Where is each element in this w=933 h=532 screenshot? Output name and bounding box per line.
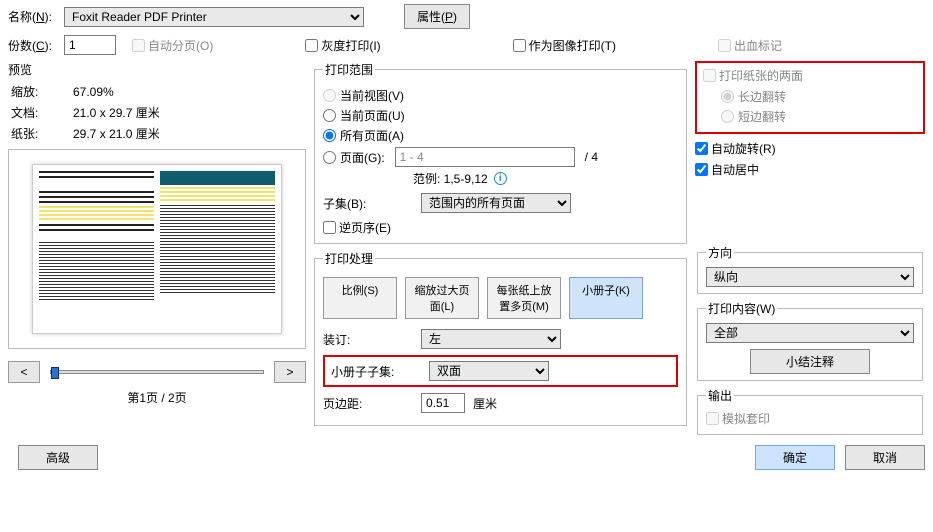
cancel-button[interactable]: 取消 <box>845 445 925 470</box>
margin-unit: 厘米 <box>473 395 497 412</box>
margin-input[interactable] <box>421 393 465 413</box>
as-image-checkbox[interactable]: 作为图像打印(T) <box>513 37 616 54</box>
advanced-button[interactable]: 高级 <box>18 445 98 470</box>
short-edge-radio: 短边翻转 <box>721 108 917 125</box>
binding-select[interactable]: 左 <box>421 329 561 349</box>
paper-label: 纸张: <box>10 124 70 143</box>
radio-all-pages[interactable]: 所有页面(A) <box>323 127 678 144</box>
prev-page-button[interactable]: < <box>8 361 40 383</box>
paper-value: 29.7 x 21.0 厘米 <box>72 124 161 143</box>
subset-label: 子集(B): <box>323 195 413 212</box>
zoom-label: 缩放: <box>10 82 70 101</box>
radio-current-view[interactable]: 当前视图(V) <box>323 87 678 104</box>
range-example: 范例: 1,5-9,12 <box>413 170 488 187</box>
radio-current-page[interactable]: 当前页面(U) <box>323 107 678 124</box>
doc-value: 21.0 x 29.7 厘米 <box>72 103 161 122</box>
orientation-select[interactable]: 纵向 <box>706 267 914 287</box>
binding-label: 装订: <box>323 331 413 348</box>
pages-input[interactable] <box>395 147 575 167</box>
ok-button[interactable]: 确定 <box>755 445 835 470</box>
copies-input[interactable] <box>64 35 116 55</box>
simulate-checkbox: 模拟套印 <box>706 410 770 427</box>
tab-scale[interactable]: 比例(S) <box>323 277 397 319</box>
info-icon[interactable]: i <box>494 172 507 185</box>
printer-select[interactable]: Foxit Reader PDF Printer <box>64 7 364 27</box>
long-edge-radio: 长边翻转 <box>721 88 917 105</box>
reverse-checkbox[interactable]: 逆页序(E) <box>323 219 391 236</box>
handling-title: 打印处理 <box>323 250 375 267</box>
name-label: 名称(N): <box>8 8 52 25</box>
collate-checkbox: 自动分页(O) <box>132 37 213 54</box>
content-select[interactable]: 全部 <box>706 323 914 343</box>
page-slider[interactable] <box>50 370 264 374</box>
copies-label: 份数(C): <box>8 37 52 54</box>
page-indicator: 第1页 / 2页 <box>8 389 306 406</box>
pages-label: 页面(G): <box>340 149 385 166</box>
auto-rotate-checkbox[interactable]: 自动旋转(R) <box>695 140 925 157</box>
orientation-title: 方向 <box>706 244 734 261</box>
summarize-button[interactable]: 小结注释 <box>750 349 870 374</box>
subset-select[interactable]: 范围内的所有页面 <box>421 193 571 213</box>
auto-center-checkbox[interactable]: 自动居中 <box>695 161 925 178</box>
radio-pages[interactable] <box>323 151 336 164</box>
properties-button[interactable]: 属性(P) <box>404 4 470 29</box>
bleed-checkbox: 出血标记 <box>718 37 782 54</box>
content-title: 打印内容(W) <box>706 300 777 317</box>
output-title: 输出 <box>706 387 734 404</box>
tab-tile[interactable]: 缩放过大页面(L) <box>405 277 479 319</box>
tab-multi[interactable]: 每张纸上放置多页(M) <box>487 277 561 319</box>
grayscale-checkbox[interactable]: 灰度打印(I) <box>305 37 380 54</box>
booklet-subset-select[interactable]: 双面 <box>429 361 549 381</box>
zoom-value: 67.09% <box>72 82 161 101</box>
doc-label: 文档: <box>10 103 70 122</box>
range-title: 打印范围 <box>323 61 375 78</box>
next-page-button[interactable]: > <box>274 361 306 383</box>
tab-booklet[interactable]: 小册子(K) <box>569 277 643 319</box>
margin-label: 页边距: <box>323 395 413 412</box>
pages-total: / 4 <box>585 150 598 164</box>
both-sides-checkbox: 打印纸张的两面 <box>703 67 803 84</box>
preview-box <box>8 149 306 349</box>
preview-title: 预览 <box>8 61 306 78</box>
booklet-subset-label: 小册子子集: <box>331 363 421 380</box>
